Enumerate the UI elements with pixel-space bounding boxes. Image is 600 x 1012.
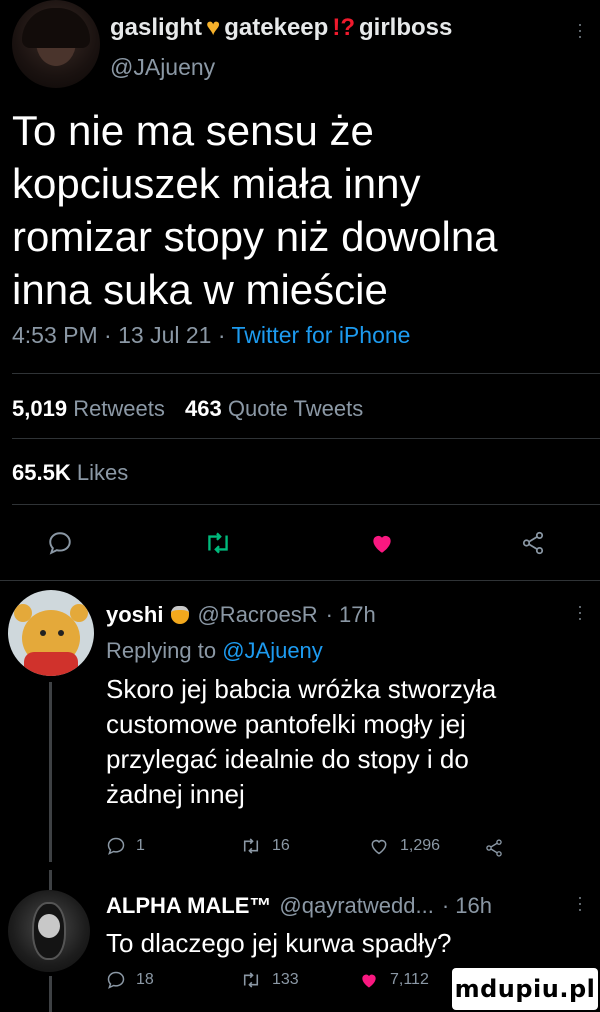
reply-icon [106,970,126,990]
reply-icon [106,836,126,856]
watermark: mdupiu.pl [452,968,598,1010]
watermark-text: mdupiu.pl [454,975,596,1003]
like-count: 1,296 [400,837,441,854]
retweet-icon[interactable] [203,530,233,556]
more-options-icon[interactable]: ··· [571,895,591,913]
handle[interactable]: @JAjueny [110,54,215,81]
share-icon[interactable] [520,530,546,556]
heart-outline-icon [368,836,390,856]
tweet-text-line: kopciuszek miała inny [12,160,421,207]
divider [12,373,600,374]
reply-text: Skoro jej babcia wróżka stworzyła custom… [106,672,496,812]
tweet-text-line: inna suka w mieście [12,266,388,313]
avatar[interactable] [12,0,100,88]
display-name: gaslight [110,14,203,41]
retweets-count[interactable]: 5,019 [12,396,67,421]
timestamp: 4:53 PM · 13 Jul 21 · [12,322,232,348]
reply-text-line: customowe pantofelki mogły jej [106,709,466,739]
thread-line [49,976,52,1012]
retweet-count: 133 [272,971,299,988]
heart-filled-icon [358,970,380,990]
avatar[interactable] [8,590,94,676]
reply-count: 1 [136,837,145,854]
quotes-count[interactable]: 463 [185,396,222,421]
divider [12,504,600,505]
handle[interactable]: @qayratwedd... [279,893,433,919]
like-count: 7,112 [390,971,429,988]
honey-pot-emoji-icon [171,606,190,624]
likes-count[interactable]: 65.5K [12,460,71,485]
thread-line [49,870,52,890]
retweet-action[interactable]: 133 [240,970,299,990]
like-action[interactable]: 1,296 [368,836,440,856]
divider [12,438,600,439]
reply-text-line: przylegać idealnie do stopy i do [106,744,469,774]
reply-icon[interactable] [47,530,73,556]
handle[interactable]: @RacroesR [197,602,317,628]
reply-text-line: żadnej innej [106,779,245,809]
share-icon[interactable] [484,838,504,858]
retweet-count: 16 [272,837,290,854]
tweet-time: · 17h [325,602,376,627]
reply-count: 18 [136,971,154,988]
thread-line [49,682,52,862]
likes-label[interactable]: Likes [77,460,128,485]
reply-action[interactable]: 1 [106,836,145,856]
exclamation-question-icon: !? [332,14,355,41]
retweet-icon [240,970,262,990]
tweet-time: · 16h [441,893,492,918]
tweet-text-line: romizar stopy niż dowolna [12,213,498,260]
more-options-icon[interactable]: ··· [571,604,591,622]
replying-to-handle[interactable]: @JAjueny [222,638,323,663]
more-options-icon[interactable]: ··· [571,22,591,40]
display-name-end: girlboss [358,14,453,41]
retweets-label[interactable]: Retweets [73,396,165,421]
tweet-source[interactable]: Twitter for iPhone [231,322,410,348]
tweet-text-line: To nie ma sensu że [12,107,374,154]
like-icon[interactable] [369,530,395,556]
avatar[interactable] [8,890,90,972]
divider [0,580,600,581]
reply-action[interactable]: 18 [106,970,154,990]
display-name-mid: gatekeep [224,14,329,41]
reply-text: To dlaczego jej kurwa spadły? [106,928,452,958]
display-name[interactable]: yoshi [106,602,163,628]
quotes-label[interactable]: Quote Tweets [228,396,363,421]
reply-text-line: Skoro jej babcia wróżka stworzyła [106,674,497,704]
retweet-icon [240,836,262,856]
display-name[interactable]: ALPHA MALE™ [106,893,271,919]
retweet-action[interactable]: 16 [240,836,290,856]
tweet-text: To nie ma sensu że kopciuszek miała inny… [12,104,498,316]
replying-to-label: Replying to [106,638,223,663]
heart-emoji-icon: ♥ [206,14,221,41]
like-action[interactable]: 7,112 [358,970,429,990]
